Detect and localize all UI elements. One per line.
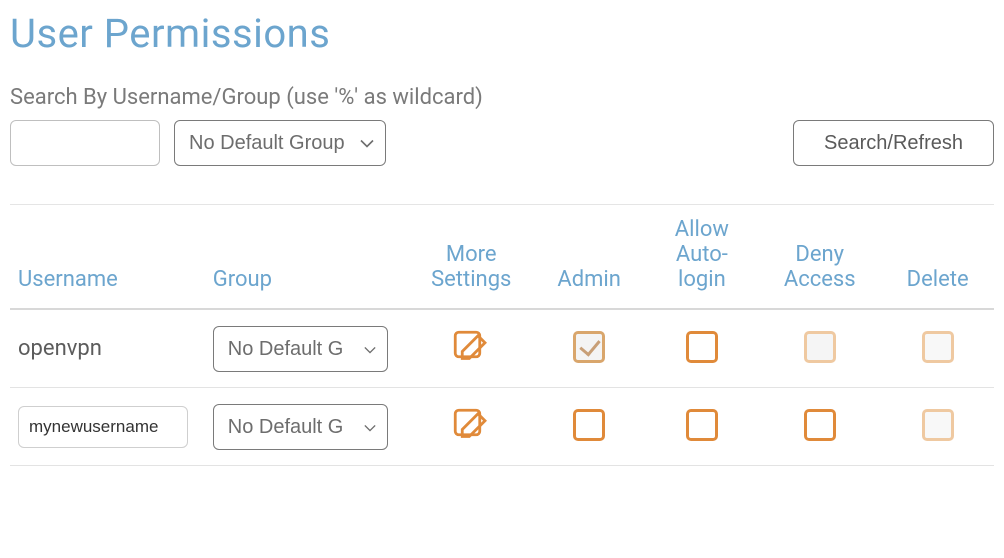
deny-access-checkbox[interactable] (804, 331, 836, 363)
edit-icon[interactable] (447, 402, 495, 450)
header-delete: Delete (881, 205, 994, 310)
search-refresh-button[interactable]: Search/Refresh (793, 120, 994, 166)
row-group-select[interactable]: No Default G (213, 404, 388, 450)
search-input[interactable] (10, 120, 160, 166)
delete-checkbox[interactable] (922, 331, 954, 363)
username-input[interactable] (18, 406, 188, 448)
admin-checkbox[interactable] (573, 409, 605, 441)
header-auto-login: Allow Auto-login (646, 205, 759, 310)
header-more-settings: More Settings (410, 205, 533, 310)
deny-access-checkbox[interactable] (804, 409, 836, 441)
search-label: Search By Username/Group (use '%' as wil… (10, 85, 994, 110)
header-admin: Admin (533, 205, 646, 310)
table-row: No Default G (10, 388, 994, 466)
table-row: openvpn No Default G (10, 309, 994, 388)
row-group-select[interactable]: No Default G (213, 326, 388, 372)
edit-icon[interactable] (447, 324, 495, 372)
search-row: No Default Group Search/Refresh (10, 120, 994, 166)
auto-login-checkbox[interactable] (686, 409, 718, 441)
header-username: Username (10, 205, 205, 310)
auto-login-checkbox[interactable] (686, 331, 718, 363)
admin-checkbox[interactable] (573, 331, 605, 363)
permissions-table: Username Group More Settings Admin Allow… (10, 204, 994, 466)
delete-checkbox[interactable] (922, 409, 954, 441)
header-deny-access: Deny Access (758, 205, 881, 310)
page-title: User Permissions (10, 10, 994, 57)
header-group: Group (205, 205, 410, 310)
username-static: openvpn (18, 336, 102, 361)
group-filter-select[interactable]: No Default Group (174, 120, 386, 166)
